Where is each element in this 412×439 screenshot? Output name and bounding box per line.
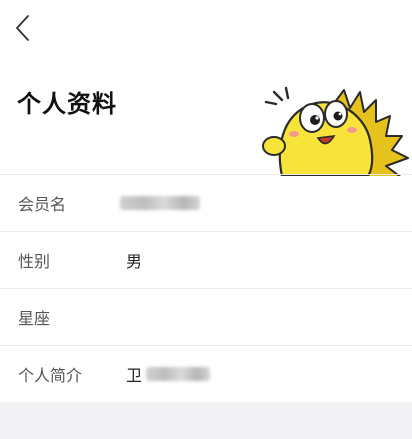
profile-info-list: 会员名 性别 男 星座 个人简介 卫 (0, 174, 412, 402)
member-name-redacted (120, 196, 200, 210)
row-zodiac[interactable]: 星座 (0, 288, 412, 345)
row-gender[interactable]: 性别 男 (0, 231, 412, 288)
profile-page: 个人资料 会员名 性别 男 星座 个人简介 卫 (0, 0, 412, 439)
row-member-name[interactable]: 会员名 (0, 174, 412, 231)
member-name-label: 会员名 (18, 195, 67, 214)
bio-label: 个人简介 (18, 366, 83, 385)
gender-value: 男 (126, 252, 143, 271)
chevron-left-icon (16, 15, 29, 41)
gender-label: 性别 (18, 252, 51, 271)
footer-band (0, 402, 412, 439)
page-title: 个人资料 (17, 90, 117, 118)
row-bio[interactable]: 个人简介 卫 (0, 345, 412, 402)
mascot-illustration (252, 78, 412, 176)
bio-value: 卫 (126, 366, 143, 385)
bio-redacted (146, 367, 210, 381)
back-button[interactable] (6, 8, 40, 48)
zodiac-label: 星座 (18, 309, 51, 328)
